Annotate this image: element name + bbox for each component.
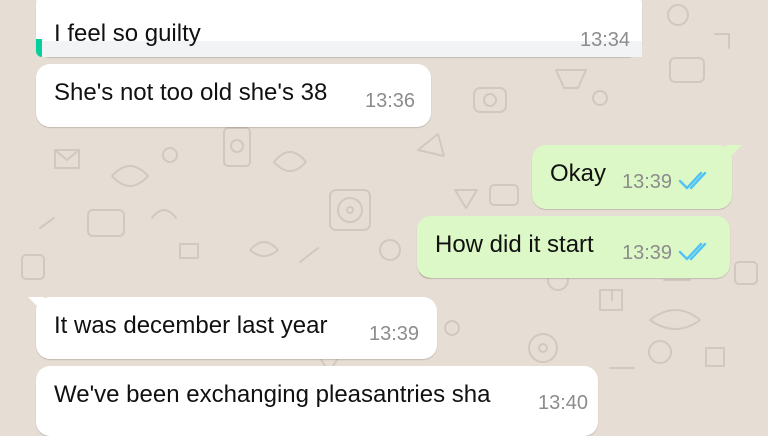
bubble-tail xyxy=(726,145,742,161)
message-outgoing[interactable]: Okay 13:39 xyxy=(532,145,742,209)
message-text: I feel so guilty xyxy=(54,20,201,47)
message-text: We've been exchanging pleasantries sha xyxy=(54,381,491,408)
message-incoming[interactable]: It was december last year 13:39 xyxy=(28,297,437,359)
message-time: 13:39 xyxy=(622,171,673,193)
message-incoming[interactable]: We've been exchanging pleasantries sha 1… xyxy=(36,366,598,436)
quoted-message-bar xyxy=(36,39,42,57)
message-text: It was december last year xyxy=(54,312,328,339)
message-time: 13:34 xyxy=(580,29,631,51)
message-text: She's not too old she's 38 xyxy=(54,79,328,106)
message-time: 13:39 xyxy=(622,242,673,264)
double-check-icon xyxy=(678,242,707,261)
message-incoming[interactable]: She's not too old she's 38 13:36 xyxy=(36,64,431,127)
double-check-icon xyxy=(678,171,707,190)
message-outgoing[interactable]: How did it start 13:39 xyxy=(417,216,730,278)
message-time: 13:40 xyxy=(538,392,589,414)
message-time: 13:39 xyxy=(369,323,420,345)
message-text: How did it start xyxy=(435,231,594,258)
message-incoming[interactable]: I feel so guilty 13:34 xyxy=(36,0,642,57)
bubble-tail xyxy=(28,297,44,313)
message-text: Okay xyxy=(550,160,607,187)
message-time: 13:36 xyxy=(365,90,416,112)
